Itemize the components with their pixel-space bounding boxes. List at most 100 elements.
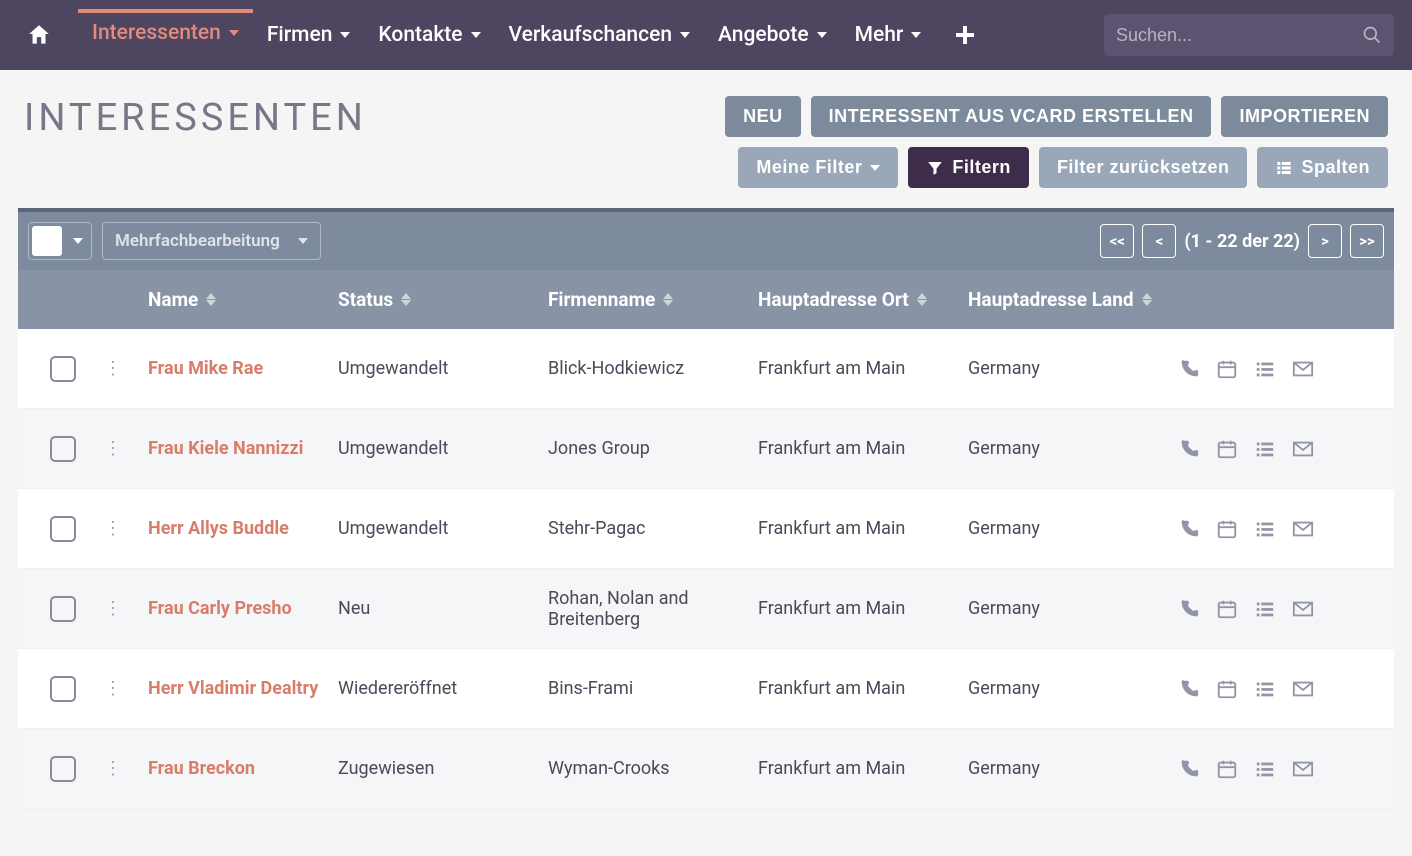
list-icon[interactable] <box>1254 518 1276 540</box>
nav-item-angebote[interactable]: Angebote <box>704 13 841 57</box>
row-city: Frankfurt am Main <box>758 518 905 539</box>
mail-icon[interactable] <box>1292 758 1314 780</box>
chevron-down-icon <box>817 32 827 38</box>
calendar-icon[interactable] <box>1216 358 1238 380</box>
search-input[interactable] <box>1116 25 1362 46</box>
calendar-icon[interactable] <box>1216 598 1238 620</box>
mail-icon[interactable] <box>1292 598 1314 620</box>
pager-prev[interactable]: < <box>1142 224 1176 258</box>
phone-icon[interactable] <box>1178 678 1200 700</box>
row-status: Wiedereröffnet <box>338 678 457 699</box>
reset-filter-button[interactable]: Filter zurücksetzen <box>1039 147 1248 188</box>
row-country: Germany <box>968 758 1040 779</box>
select-all-checkbox[interactable] <box>32 226 62 256</box>
vcard-button[interactable]: INTERESSENT AUS VCARD ERSTELLEN <box>811 96 1212 137</box>
nav-item-firmen[interactable]: Firmen <box>253 13 365 57</box>
list-icon[interactable] <box>1254 598 1276 620</box>
row-menu-icon[interactable]: ⋮ <box>104 678 122 699</box>
row-status: Umgewandelt <box>338 438 448 459</box>
table-row: ⋮Frau Carly PreshoNeuRohan, Nolan and Br… <box>18 569 1394 649</box>
multi-edit-dropdown[interactable]: Mehrfachbearbeitung <box>102 222 321 260</box>
sort-icon <box>663 293 673 306</box>
sort-icon <box>1142 293 1152 306</box>
row-checkbox[interactable] <box>50 356 76 382</box>
select-all-dropdown[interactable] <box>65 223 91 259</box>
list-icon[interactable] <box>1254 758 1276 780</box>
row-name-link[interactable]: Herr Vladimir Dealtry <box>148 678 318 699</box>
row-firm: Wyman-Crooks <box>548 758 670 779</box>
phone-icon[interactable] <box>1178 518 1200 540</box>
row-checkbox[interactable] <box>50 756 76 782</box>
phone-icon[interactable] <box>1178 358 1200 380</box>
select-all-split[interactable] <box>28 222 92 260</box>
mail-icon[interactable] <box>1292 518 1314 540</box>
row-menu-icon[interactable]: ⋮ <box>104 438 122 459</box>
list-icon[interactable] <box>1254 358 1276 380</box>
import-button[interactable]: IMPORTIEREN <box>1221 96 1388 137</box>
phone-icon[interactable] <box>1178 438 1200 460</box>
row-country: Germany <box>968 358 1040 379</box>
row-status: Zugewiesen <box>338 758 434 779</box>
search-box[interactable] <box>1104 14 1394 56</box>
row-name-link[interactable]: Frau Mike Rae <box>148 358 263 379</box>
chevron-down-icon <box>340 32 350 38</box>
row-name-link[interactable]: Frau Kiele Nannizzi <box>148 438 303 459</box>
row-name-link[interactable]: Herr Allys Buddle <box>148 518 289 539</box>
mail-icon[interactable] <box>1292 678 1314 700</box>
row-checkbox[interactable] <box>50 516 76 542</box>
mail-icon[interactable] <box>1292 358 1314 380</box>
list-icon[interactable] <box>1254 438 1276 460</box>
calendar-icon[interactable] <box>1216 758 1238 780</box>
label: IMPORTIEREN <box>1239 106 1370 127</box>
row-name-link[interactable]: Frau Breckon <box>148 758 255 779</box>
home-icon[interactable] <box>18 14 60 56</box>
row-menu-icon[interactable]: ⋮ <box>104 758 122 779</box>
row-checkbox[interactable] <box>50 436 76 462</box>
new-button[interactable]: NEU <box>725 96 801 137</box>
search-icon <box>1362 25 1382 45</box>
pager-last[interactable]: >> <box>1350 224 1384 258</box>
nav-item-verkaufschancen[interactable]: Verkaufschancen <box>495 13 705 57</box>
mail-icon[interactable] <box>1292 438 1314 460</box>
row-city: Frankfurt am Main <box>758 758 905 779</box>
row-menu-icon[interactable]: ⋮ <box>104 518 122 539</box>
pager-first[interactable]: << <box>1100 224 1134 258</box>
row-firm: Jones Group <box>548 438 650 459</box>
column-header-status[interactable]: Status <box>338 288 548 311</box>
calendar-icon[interactable] <box>1216 438 1238 460</box>
nav-label: Firmen <box>267 23 333 47</box>
add-icon[interactable] <box>943 17 987 53</box>
nav-item-interessenten[interactable]: Interessenten <box>78 9 253 57</box>
calendar-icon[interactable] <box>1216 518 1238 540</box>
row-country: Germany <box>968 598 1040 619</box>
column-header-name[interactable]: Name <box>128 288 338 311</box>
list-icon[interactable] <box>1254 678 1276 700</box>
column-header-country[interactable]: Hauptadresse Land <box>968 288 1178 311</box>
sort-icon <box>917 293 927 306</box>
columns-button[interactable]: Spalten <box>1257 147 1388 188</box>
row-country: Germany <box>968 518 1040 539</box>
row-menu-icon[interactable]: ⋮ <box>104 598 122 619</box>
filter-button[interactable]: Filtern <box>908 147 1029 188</box>
chevron-down-icon <box>471 32 481 38</box>
row-checkbox[interactable] <box>50 596 76 622</box>
chevron-down-icon <box>229 30 239 36</box>
nav-item-kontakte[interactable]: Kontakte <box>364 13 494 57</box>
my-filters-button[interactable]: Meine Filter <box>738 147 898 188</box>
row-name-link[interactable]: Frau Carly Presho <box>148 598 292 619</box>
chevron-down-icon <box>870 165 880 171</box>
chevron-down-icon <box>911 32 921 38</box>
row-menu-icon[interactable]: ⋮ <box>104 358 122 379</box>
column-header-firm[interactable]: Firmenname <box>548 288 758 311</box>
column-header-city[interactable]: Hauptadresse Ort <box>758 288 968 311</box>
row-city: Frankfurt am Main <box>758 438 905 459</box>
row-firm: Stehr-Pagac <box>548 518 645 539</box>
phone-icon[interactable] <box>1178 598 1200 620</box>
top-nav: Interessenten Firmen KontakteVerkaufschanc… <box>0 0 1412 70</box>
calendar-icon[interactable] <box>1216 678 1238 700</box>
phone-icon[interactable] <box>1178 758 1200 780</box>
row-checkbox[interactable] <box>50 676 76 702</box>
row-status: Umgewandelt <box>338 518 448 539</box>
pager-next[interactable]: > <box>1308 224 1342 258</box>
nav-item-mehr[interactable]: Mehr <box>841 13 936 57</box>
